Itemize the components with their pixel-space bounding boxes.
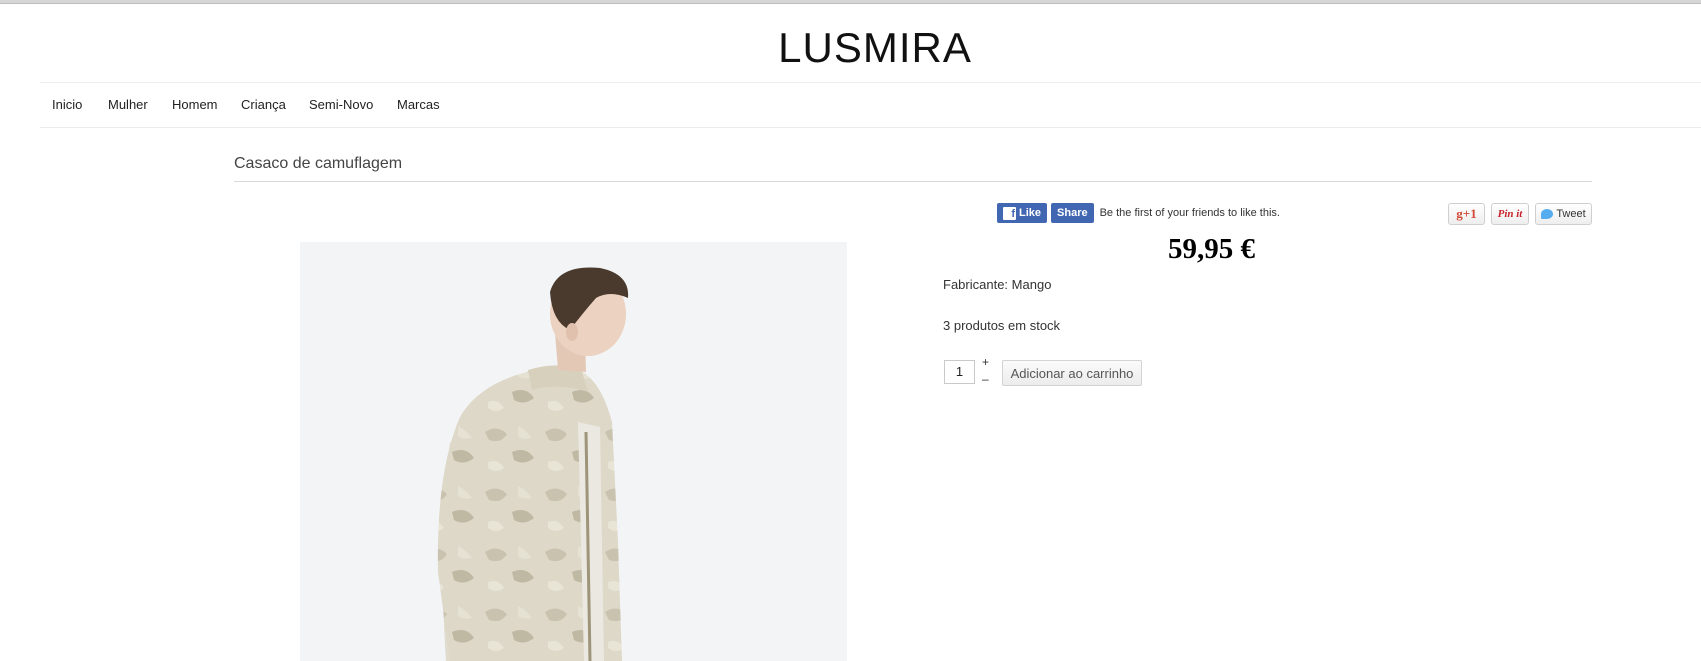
browser-top-border: [0, 0, 1701, 4]
facebook-like-label: Like: [1019, 207, 1042, 219]
product-title: Casaco de camuflagem: [234, 155, 403, 172]
manufacturer-label: Fabricante:: [943, 277, 1009, 292]
product-photo-illustration: [437, 267, 629, 661]
nav-item-semi-novo[interactable]: Semi-Novo: [309, 97, 373, 112]
nav-item-marcas[interactable]: Marcas: [397, 97, 440, 112]
add-to-cart-button[interactable]: Adicionar ao carrinho: [1002, 360, 1142, 386]
quantity-decrease-button[interactable]: –: [982, 372, 989, 386]
tweet-button[interactable]: Tweet: [1535, 203, 1592, 225]
quantity-increase-button[interactable]: +: [982, 355, 989, 369]
google-plus-button[interactable]: g+1: [1448, 203, 1485, 225]
title-divider: [234, 181, 1592, 182]
facebook-like-text: Be the first of your friends to like thi…: [1099, 207, 1280, 219]
product-price: 59,95 €: [1168, 233, 1255, 265]
manufacturer-info: Fabricante: Mango: [943, 277, 1051, 292]
nav-item-homem[interactable]: Homem: [172, 97, 218, 112]
stock-status: 3 produtos em stock: [943, 318, 1061, 333]
quantity-input[interactable]: 1: [944, 360, 975, 384]
facebook-icon: f: [1003, 206, 1016, 220]
facebook-share-button[interactable]: Share: [1051, 203, 1094, 223]
manufacturer-name[interactable]: Mango: [1012, 277, 1052, 292]
facebook-like-button[interactable]: f Like: [997, 203, 1048, 223]
nav-item-inicio[interactable]: Inicio: [52, 97, 82, 112]
twitter-bird-icon: [1541, 209, 1554, 219]
tweet-label: Tweet: [1556, 208, 1586, 220]
product-image[interactable]: [300, 242, 847, 661]
pinterest-button[interactable]: Pin it: [1491, 203, 1529, 225]
main-navigation: Inicio Mulher Homem Criança Semi-Novo Ma…: [40, 82, 1701, 128]
facebook-widget: f Like Share Be the first of your friend…: [997, 203, 1280, 223]
nav-item-mulher[interactable]: Mulher: [108, 97, 148, 112]
nav-item-crianca[interactable]: Criança: [241, 97, 286, 112]
site-logo[interactable]: LUSMIRA: [0, 24, 1701, 72]
